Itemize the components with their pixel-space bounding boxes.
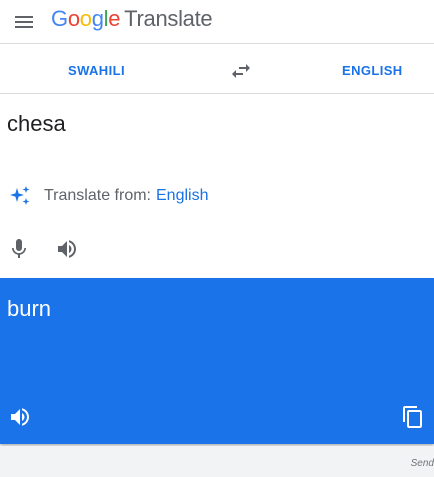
- product-name: Translate: [124, 6, 213, 31]
- language-selector-bar: SWAHILI ENGLISH: [0, 48, 434, 94]
- app-header: Google Translate: [0, 0, 434, 44]
- logo-letter: o: [79, 6, 92, 31]
- microphone-icon[interactable]: [7, 237, 31, 261]
- google-translate-logo[interactable]: Google Translate: [51, 6, 213, 32]
- copy-icon[interactable]: [401, 405, 425, 429]
- logo-letter: o: [67, 6, 80, 31]
- footer-bar: Send: [0, 446, 434, 477]
- suggestion-label: Translate from:: [44, 187, 151, 204]
- translated-text: burn: [7, 296, 52, 321]
- hamburger-menu-icon[interactable]: [12, 10, 36, 34]
- suggested-language-link[interactable]: English: [156, 187, 208, 205]
- source-text-input[interactable]: chesa: [7, 111, 66, 137]
- translation-result-panel: burn: [0, 278, 434, 444]
- speaker-icon[interactable]: [8, 405, 32, 429]
- language-suggestion: Translate from: English: [8, 183, 208, 209]
- sparkle-icon: [10, 186, 30, 205]
- target-language-button[interactable]: ENGLISH: [342, 48, 403, 94]
- logo-letter: g: [91, 6, 104, 31]
- speaker-icon[interactable]: [55, 237, 79, 261]
- logo-letter: e: [108, 6, 121, 31]
- swap-languages-icon[interactable]: [229, 59, 253, 83]
- source-language-button[interactable]: SWAHILI: [68, 48, 125, 94]
- logo-letter: G: [51, 6, 68, 31]
- send-feedback-link[interactable]: Send: [411, 458, 434, 469]
